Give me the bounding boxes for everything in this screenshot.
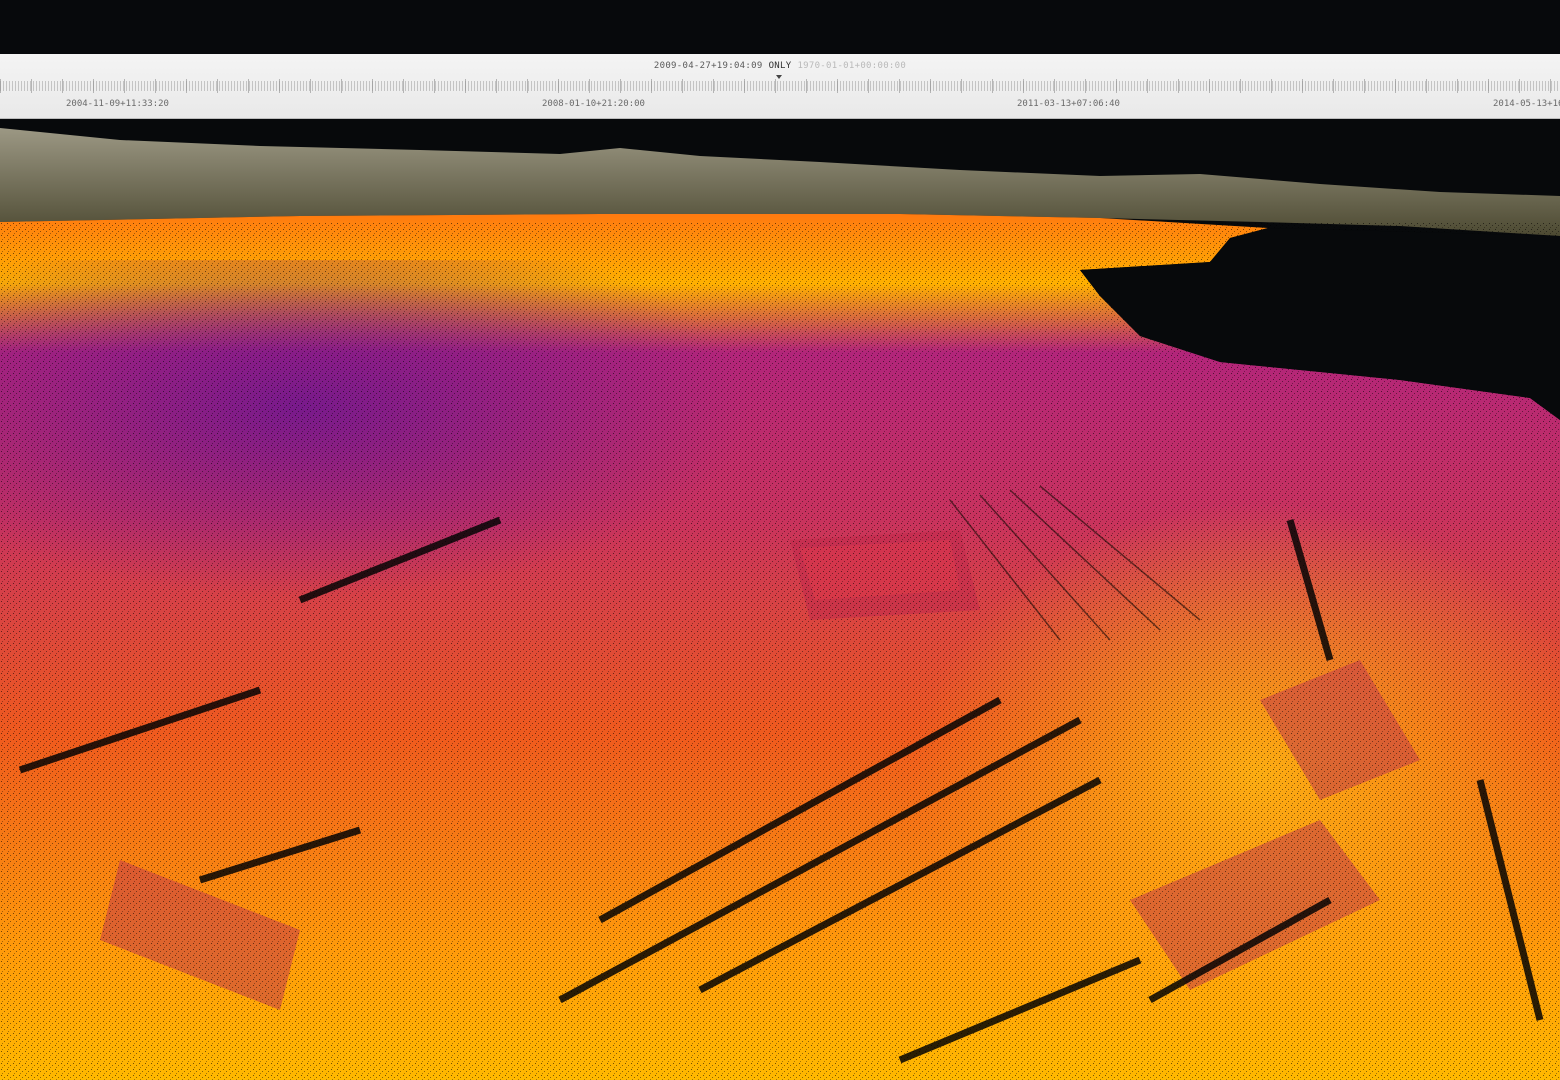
top-bar <box>0 0 1560 54</box>
secondary-time: 1970-01-01+00:00:00 <box>797 61 907 71</box>
timeline-panel[interactable]: 2009-04-27+19:04:09 ONLY 1970-01-01+00:00:… <box>0 54 1560 119</box>
timeline-axis-label: 2014-05-13+16 <box>1493 99 1560 109</box>
timeline-axis-label: 2011-03-13+07:06:40 <box>1017 99 1120 109</box>
timeline-selection-label: 2009-04-27+19:04:09 ONLY 1970-01-01+00:00:… <box>0 61 1560 71</box>
point-cloud-render[interactable] <box>0 118 1560 1080</box>
time-mode[interactable]: ONLY <box>769 61 792 71</box>
selected-time: 2009-04-27+19:04:09 <box>653 61 763 71</box>
timeline-axis-label: 2004-11-09+11:33:20 <box>66 99 169 109</box>
point-cloud-viewport[interactable] <box>0 118 1560 1080</box>
timeline-major-ticks <box>0 79 1560 93</box>
timeline-axis-label: 2008-01-10+21:20:00 <box>542 99 645 109</box>
